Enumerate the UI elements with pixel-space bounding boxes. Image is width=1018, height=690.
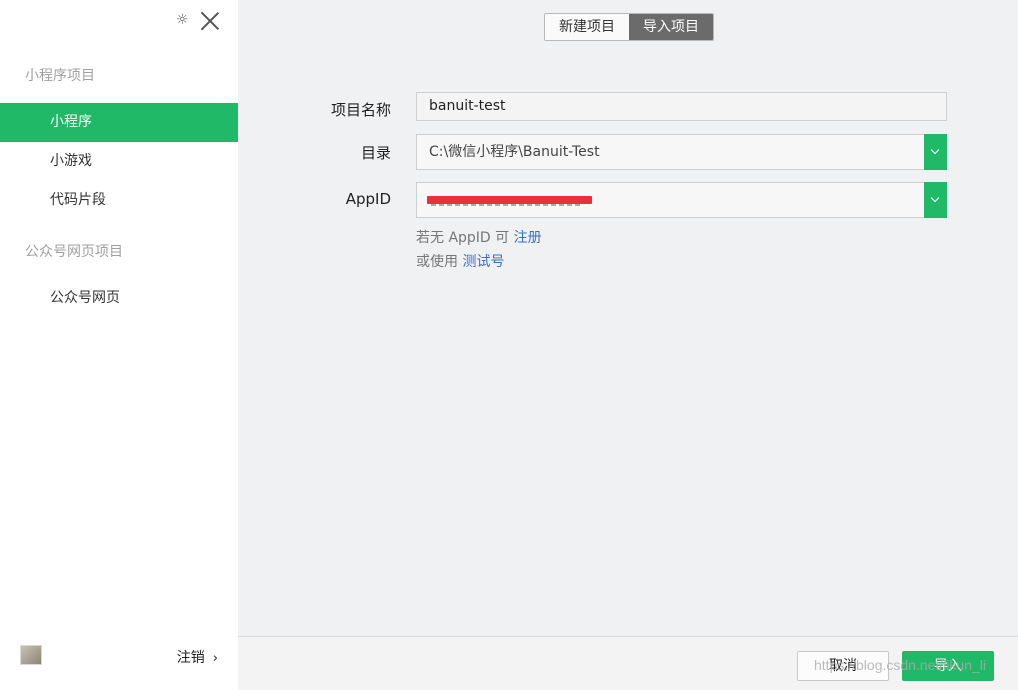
sidebar-item-official-web[interactable]: 公众号网页: [0, 279, 238, 318]
project-tabs: 新建项目 导入项目: [544, 13, 714, 41]
register-link[interactable]: 注册: [514, 230, 542, 246]
project-name-input[interactable]: banuit-test: [416, 92, 947, 121]
logout-button[interactable]: 注销 ›: [177, 647, 218, 667]
test-account-link[interactable]: 测试号: [462, 254, 504, 270]
directory-label: 目录: [360, 144, 391, 162]
sidebar-footer: 注销 ›: [0, 635, 238, 690]
test-account-hint-text: 或使用: [416, 254, 458, 270]
directory-value: C:\微信小程序\Banuit-Test: [429, 144, 600, 160]
import-button[interactable]: 导入: [902, 651, 994, 681]
section-title-official-web: 公众号网页项目: [25, 244, 123, 260]
redaction-mark: [427, 196, 592, 204]
cancel-button[interactable]: 取消: [797, 651, 889, 681]
section-title-miniprogram: 小程序项目: [25, 68, 95, 84]
tab-import-project[interactable]: 导入项目: [629, 14, 713, 40]
sidebar: ☼ 小程序项目 小程序 小游戏 代码片段 公众号网页项目 公众号网页 注销 ›: [0, 0, 238, 690]
logout-label: 注销: [176, 650, 205, 666]
project-name-label: 项目名称: [330, 101, 391, 119]
sidebar-item-minigame[interactable]: 小游戏: [0, 142, 238, 181]
appid-label: AppID: [345, 190, 391, 208]
directory-select[interactable]: C:\微信小程序\Banuit-Test: [416, 134, 947, 170]
register-hint: 若无 AppID 可 注册: [416, 227, 542, 247]
chevron-right-icon: ›: [212, 651, 218, 666]
chevron-down-icon[interactable]: [924, 182, 947, 218]
avatar[interactable]: [20, 645, 42, 665]
bottom-bar: 取消 导入 https://blog.csdn.net/likun_li: [238, 636, 1018, 690]
appid-select[interactable]: [416, 182, 947, 218]
sidebar-item-miniprogram[interactable]: 小程序: [0, 103, 238, 142]
main-panel: 新建项目 导入项目 项目名称 banuit-test 目录 C:\微信小程序\B…: [238, 0, 1018, 690]
close-icon[interactable]: [200, 10, 220, 30]
window-controls: ☼: [176, 10, 220, 30]
test-account-hint: 或使用 测试号: [416, 251, 504, 271]
gear-icon[interactable]: ☼: [176, 13, 190, 27]
tab-new-project[interactable]: 新建项目: [545, 14, 629, 40]
chevron-down-icon[interactable]: [924, 134, 947, 170]
sidebar-item-code-snippet[interactable]: 代码片段: [0, 181, 238, 220]
register-hint-text: 若无 AppID 可: [416, 230, 510, 246]
